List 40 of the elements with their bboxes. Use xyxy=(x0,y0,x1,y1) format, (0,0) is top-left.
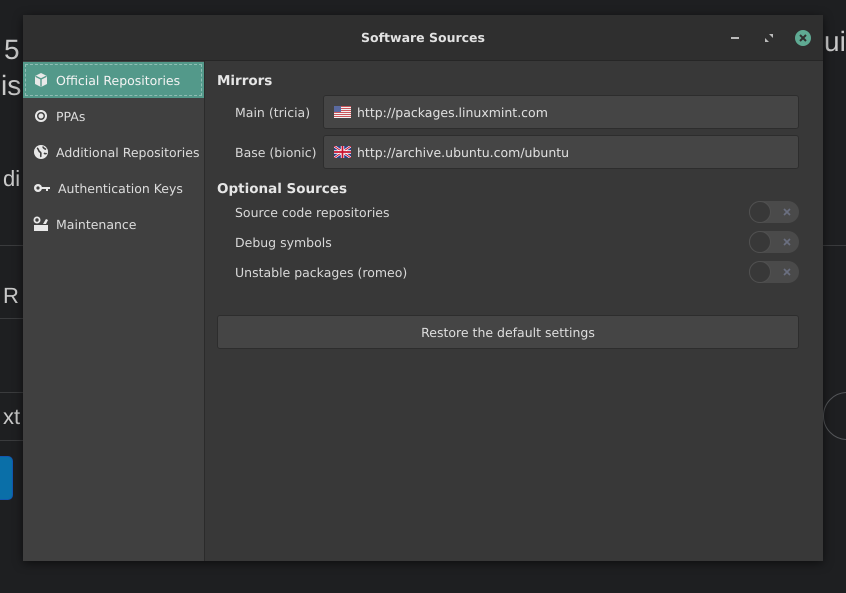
toggle-switch[interactable] xyxy=(749,261,799,283)
mirror-field[interactable]: http://archive.ubuntu.com/ubuntu xyxy=(323,135,799,169)
mirror-field[interactable]: http://packages.linuxmint.com xyxy=(323,95,799,129)
background-text: 5 xyxy=(4,36,20,64)
restore-button[interactable]: Restore the default settings xyxy=(217,315,799,349)
mirror-label: Base (bionic) xyxy=(234,144,318,160)
cross-icon xyxy=(783,238,791,246)
background-text: di xyxy=(3,168,20,190)
background-text: ui xyxy=(824,28,846,56)
sidebar-item[interactable]: Maintenance xyxy=(23,206,204,242)
close-icon xyxy=(799,34,807,42)
cross-icon xyxy=(783,208,791,216)
cube-icon xyxy=(33,72,49,88)
maximize-icon xyxy=(765,34,773,42)
section-heading: Optional Sources xyxy=(217,181,348,197)
sidebar-item[interactable]: Authentication Keys xyxy=(23,170,204,206)
ring-icon xyxy=(33,108,49,124)
option-label: Unstable packages (romeo) xyxy=(235,264,408,280)
toggle-knob[interactable] xyxy=(749,231,771,253)
sidebar-item[interactable]: Additional Repositories xyxy=(23,134,204,170)
flag-icon xyxy=(334,146,351,158)
background-text: is xyxy=(1,72,22,100)
option-label: Debug symbols xyxy=(235,234,332,250)
toggle-knob[interactable] xyxy=(749,261,771,283)
toggle-switch[interactable] xyxy=(749,231,799,253)
minimize-icon xyxy=(731,37,739,39)
globe-icon xyxy=(33,144,49,160)
toggle-knob[interactable] xyxy=(749,201,771,223)
sidebar-item[interactable]: PPAs xyxy=(23,98,204,134)
tools-icon xyxy=(33,216,49,232)
background-text: xt xyxy=(3,406,20,428)
close-button[interactable] xyxy=(795,30,811,46)
option-label: Source code repositories xyxy=(235,204,390,220)
section-heading: Mirrors xyxy=(217,73,274,89)
cross-icon xyxy=(783,268,791,276)
toggle-switch[interactable] xyxy=(749,201,799,223)
window-title: Software Sources xyxy=(361,30,485,45)
flag-icon xyxy=(334,106,351,118)
background-text: R xyxy=(3,285,19,307)
mirror-label: Main (tricia) xyxy=(234,104,312,120)
